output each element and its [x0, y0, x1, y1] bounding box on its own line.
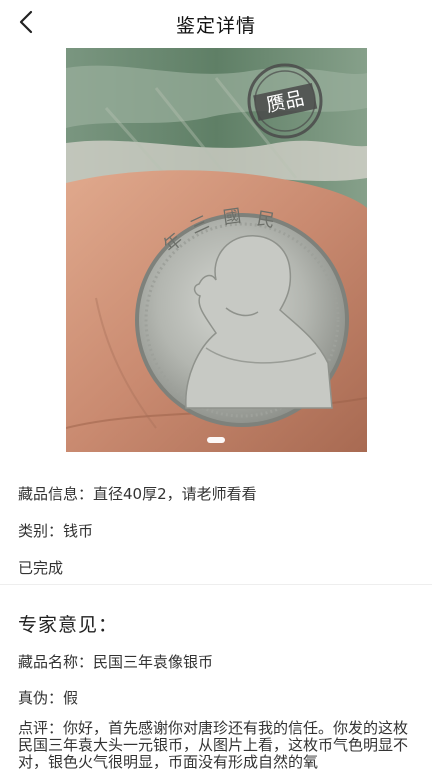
authenticity-text: 真伪：假 — [18, 689, 79, 707]
expert-comment: 点评：你好，首先感谢你对唐珍还有我的信任。你发的这枚民国三年袁大头一元银币，从图… — [18, 719, 409, 771]
expert-section-title: 专家意见： — [18, 614, 119, 636]
svg-text:國: 國 — [222, 206, 243, 229]
svg-text:民: 民 — [255, 208, 276, 232]
category-text: 类别：钱币 — [18, 522, 94, 540]
page-title: 鉴定详情 — [175, 15, 256, 37]
status-text: 已完成 — [18, 559, 64, 577]
fake-stamp: 赝品 — [246, 62, 324, 140]
nav-bar: 鉴定详情 — [0, 0, 432, 48]
page-indicator — [207, 437, 225, 443]
photo-carousel[interactable]: 年 三 國 民 赝品 — [0, 48, 432, 452]
item-info-text: 藏品信息：直径40厚2，请老师看看 — [18, 485, 257, 503]
divider — [0, 584, 432, 585]
stamp-label: 赝品 — [264, 87, 306, 116]
item-name-text: 藏品名称：民国三年袁像银币 — [18, 653, 214, 671]
